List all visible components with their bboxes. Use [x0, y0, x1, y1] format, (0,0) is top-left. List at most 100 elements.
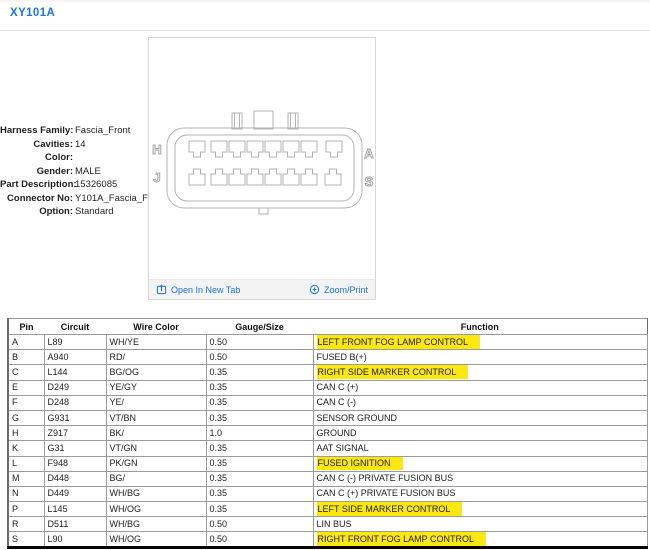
circuit-cell: G931: [44, 410, 106, 425]
pin-cell: K: [8, 441, 44, 456]
function-text: FUSED B(+): [317, 352, 367, 362]
gauge-cell: 0.35: [206, 486, 313, 501]
open-in-new-tab-label: Open In New Tab: [171, 285, 240, 295]
gauge-cell: 0.50: [206, 350, 313, 365]
detail-label: Part Description:: [0, 178, 73, 192]
circuit-cell: D249: [44, 380, 106, 395]
connector-diagram-card: H J A S Open In New Tab Zoom/Print: [148, 37, 376, 300]
pinout-header-row: PinCircuitWire ColorGauge/SizeFunction: [8, 319, 647, 335]
gauge-cell: 0.35: [206, 471, 313, 486]
table-row: LF948PK/GN0.35FUSED IGNITION: [8, 456, 647, 471]
gauge-cell: 0.35: [206, 456, 313, 471]
function-text: SENSOR GROUND: [317, 413, 398, 423]
connector-pin: [211, 141, 227, 157]
connector-pin: [189, 169, 205, 185]
wire-color-cell: YE/: [106, 395, 206, 410]
connector-pin: [325, 169, 341, 185]
table-row: MD448BG/0.35CAN C (-) PRIVATE FUSION BUS: [8, 471, 647, 486]
detail-label: Connector No:: [0, 192, 73, 206]
connector-details: Harness Family:Fascia_FrontCavities:14 Co…: [0, 124, 149, 219]
table-row: SL90WH/OG0.50RIGHT FRONT FOG LAMP CONTRO…: [8, 532, 647, 547]
pin-cell: H: [8, 426, 44, 441]
pin-row-label-top-right: A: [364, 146, 374, 161]
pin-cell: E: [8, 380, 44, 395]
circuit-cell: G31: [44, 441, 106, 456]
function-text: CAN C (-) PRIVATE FUSION BUS: [317, 473, 454, 483]
connector-pin: [326, 141, 342, 157]
function-highlight: RIGHT FRONT FOG LAMP CONTROL: [317, 532, 487, 546]
circuit-cell: A940: [44, 350, 106, 365]
circuit-cell: D248: [44, 395, 106, 410]
connector-pin: [283, 169, 299, 185]
connector-pin: [265, 141, 281, 157]
wire-color-cell: WH/YE: [106, 335, 206, 350]
function-cell: SENSOR GROUND: [313, 410, 647, 425]
wire-color-cell: BK/: [106, 426, 206, 441]
detail-row: Gender:MALE: [0, 165, 149, 179]
wire-color-cell: VT/BN: [106, 410, 206, 425]
circuit-cell: D449: [44, 486, 106, 501]
gauge-cell: 0.35: [206, 365, 313, 380]
function-cell: CAN C (+): [313, 380, 647, 395]
detail-row: Cavities:14: [0, 138, 149, 152]
function-text: CAN C (+) PRIVATE FUSION BUS: [317, 488, 456, 498]
open-in-new-tab-icon: [156, 284, 167, 295]
detail-row: Connector No:Y101A_Fascia_Front: [0, 192, 149, 206]
gauge-cell: 1.0: [206, 426, 313, 441]
column-header: Circuit: [44, 319, 106, 335]
diagram-toolbar: Open In New Tab Zoom/Print: [149, 279, 375, 299]
function-cell: CAN C (+) PRIVATE FUSION BUS: [313, 486, 647, 501]
function-highlight: LEFT FRONT FOG LAMP CONTROL: [317, 335, 481, 349]
detail-row: Harness Family:Fascia_Front: [0, 124, 149, 138]
connector-pin: [265, 169, 281, 185]
function-cell: LEFT FRONT FOG LAMP CONTROL: [313, 335, 647, 350]
table-row: RD511WH/BG0.50LIN BUS: [8, 517, 647, 532]
connector-pin: [247, 141, 263, 157]
table-row: CL144BG/OG0.35RIGHT SIDE MARKER CONTROL: [8, 365, 647, 380]
circuit-cell: Z917: [44, 426, 106, 441]
circuit-cell: D511: [44, 517, 106, 532]
zoom-print-icon: [309, 284, 320, 295]
function-cell: FUSED IGNITION: [313, 456, 647, 471]
function-text: AAT SIGNAL: [317, 443, 369, 453]
detail-value: Standard: [75, 205, 114, 219]
wire-color-cell: WH/OG: [106, 532, 206, 547]
pin-cell: F: [8, 395, 44, 410]
zoom-print-link[interactable]: Zoom/Print: [309, 284, 368, 295]
wire-color-cell: VT/GN: [106, 441, 206, 456]
gauge-cell: 0.35: [206, 502, 313, 517]
open-in-new-tab-link[interactable]: Open In New Tab: [156, 284, 240, 295]
top-edge-strip: [0, 0, 650, 2]
table-row: PL145WH/OG0.35LEFT SIDE MARKER CONTROL: [8, 502, 647, 517]
connector-pin: [301, 169, 317, 185]
function-cell: LEFT SIDE MARKER CONTROL: [313, 502, 647, 517]
table-row: BA940RD/0.50FUSED B(+): [8, 350, 647, 365]
table-row: AL89WH/YE0.50LEFT FRONT FOG LAMP CONTROL: [8, 335, 647, 350]
connector-pin: [229, 169, 245, 185]
gauge-cell: 0.35: [206, 410, 313, 425]
function-text: LIN BUS: [317, 519, 352, 529]
table-row: HZ917BK/1.0GROUND: [8, 426, 647, 441]
pin-cell: M: [8, 471, 44, 486]
connector-bottom-nub: [259, 208, 268, 214]
function-text: CAN C (+): [317, 382, 359, 392]
wire-color-cell: PK/GN: [106, 456, 206, 471]
connector-pin: [283, 141, 299, 157]
circuit-cell: L144: [44, 365, 106, 380]
pin-cell: G: [8, 410, 44, 425]
detail-value: MALE: [75, 165, 101, 179]
pin-cell: N: [8, 486, 44, 501]
column-header: Gauge/Size: [206, 319, 313, 335]
function-highlight: LEFT SIDE MARKER CONTROL: [317, 502, 463, 516]
pin-row-label-top-left: H: [152, 142, 161, 157]
wire-color-cell: WH/BG: [106, 517, 206, 532]
function-highlight: FUSED IGNITION: [317, 456, 403, 470]
function-cell: GROUND: [313, 426, 647, 441]
function-cell: CAN C (-) PRIVATE FUSION BUS: [313, 471, 647, 486]
function-cell: AAT SIGNAL: [313, 441, 647, 456]
gauge-cell: 0.35: [206, 395, 313, 410]
title-divider: [0, 30, 650, 31]
detail-value: Fascia_Front: [75, 124, 130, 138]
function-cell: CAN C (-): [313, 395, 647, 410]
wire-color-cell: RD/: [106, 350, 206, 365]
